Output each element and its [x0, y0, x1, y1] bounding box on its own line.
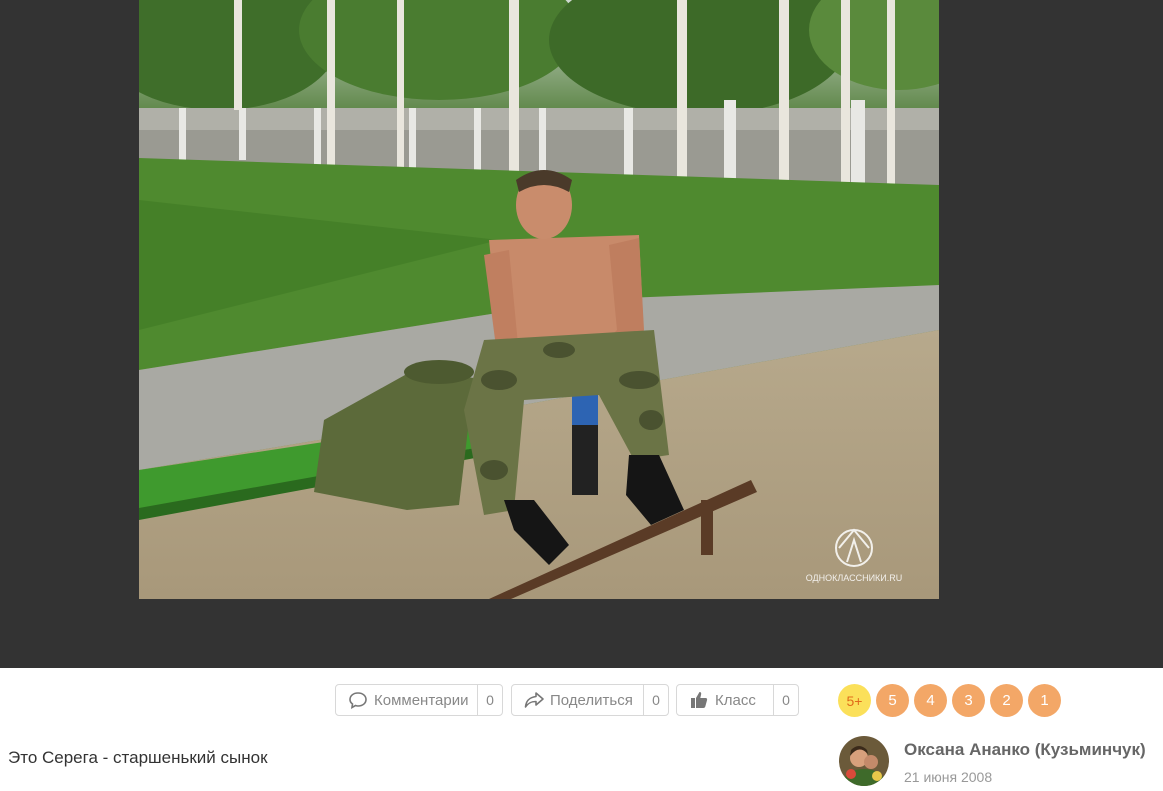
like-count: 0 — [773, 685, 798, 715]
watermark-text: ОДНОКЛАССНИКИ.RU — [806, 573, 903, 583]
share-label: Поделиться — [550, 691, 633, 709]
comments-label: Комментарии — [374, 691, 469, 709]
thumbs-up-icon — [688, 689, 710, 711]
rating-3[interactable]: 3 — [952, 684, 985, 717]
rating-4[interactable]: 4 — [914, 684, 947, 717]
like-button[interactable]: Класс 0 — [676, 684, 799, 716]
rating-5[interactable]: 5 — [876, 684, 909, 717]
author-name[interactable]: Оксана Ананко (Кузьминчук) — [904, 740, 1146, 760]
rating-1[interactable]: 1 — [1028, 684, 1061, 717]
comment-icon — [347, 689, 369, 711]
rating-5plus[interactable]: 5+ — [838, 684, 871, 717]
photo-caption: Это Серега - старшенький сынок — [8, 748, 268, 767]
like-label: Класс — [715, 691, 756, 709]
rating-bar: 5+ 5 4 3 2 1 — [838, 684, 1061, 717]
photo-date: 21 июня 2008 — [904, 769, 993, 785]
share-count: 0 — [643, 685, 668, 715]
photo[interactable]: ОДНОКЛАССНИКИ.RU — [139, 0, 939, 599]
rating-2[interactable]: 2 — [990, 684, 1023, 717]
photo-image: ОДНОКЛАССНИКИ.RU — [139, 0, 939, 599]
share-button[interactable]: Поделиться 0 — [511, 684, 669, 716]
avatar[interactable] — [839, 736, 889, 786]
share-icon — [523, 689, 545, 711]
comments-button[interactable]: Комментарии 0 — [335, 684, 503, 716]
photo-viewer: ОДНОКЛАССНИКИ.RU — [0, 0, 1163, 668]
comments-count: 0 — [477, 685, 502, 715]
